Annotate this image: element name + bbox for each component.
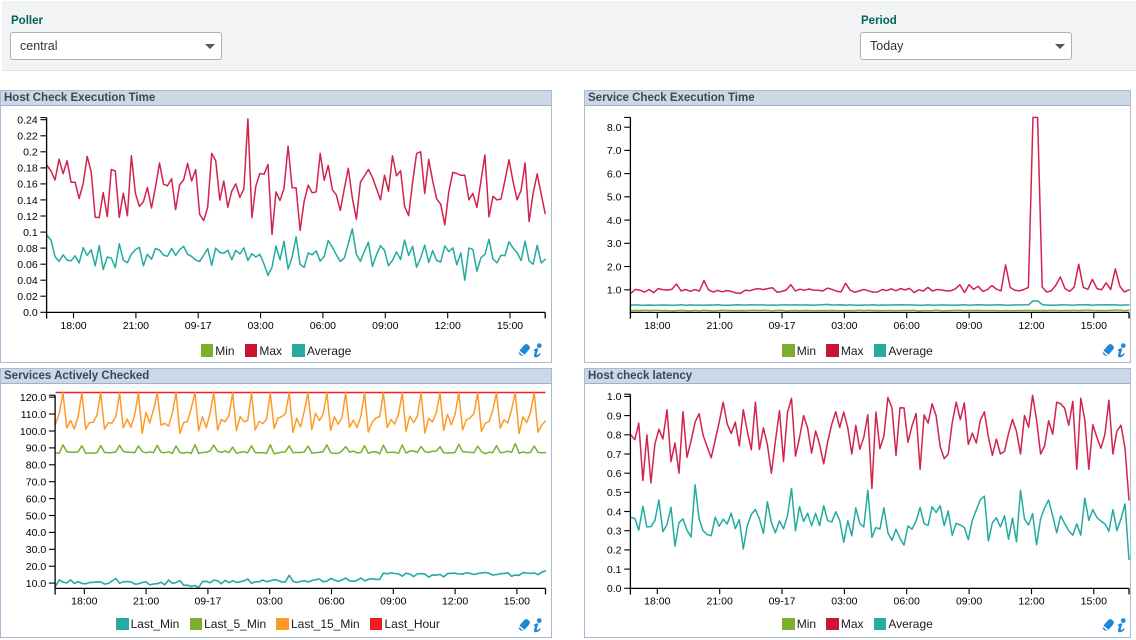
svg-text:18:00: 18:00 xyxy=(71,595,97,607)
svg-text:0.06: 0.06 xyxy=(17,259,38,271)
svg-text:1.0: 1.0 xyxy=(607,285,622,297)
svg-text:0.0: 0.0 xyxy=(23,307,38,319)
svg-text:06:00: 06:00 xyxy=(318,595,344,607)
svg-text:8.0: 8.0 xyxy=(607,122,622,134)
svg-text:09:00: 09:00 xyxy=(372,320,398,332)
svg-text:30.0: 30.0 xyxy=(26,544,47,556)
svg-text:03:00: 03:00 xyxy=(831,320,857,332)
svg-text:50.0: 50.0 xyxy=(26,510,47,522)
svg-text:0.18: 0.18 xyxy=(17,163,38,175)
svg-text:0.8: 0.8 xyxy=(607,430,622,442)
svg-text:15:00: 15:00 xyxy=(504,595,530,607)
svg-text:09:00: 09:00 xyxy=(956,595,982,607)
svg-text:0.5: 0.5 xyxy=(607,487,622,499)
svg-text:6.0: 6.0 xyxy=(607,168,622,180)
svg-text:0.3: 0.3 xyxy=(607,526,622,538)
svg-text:70.0: 70.0 xyxy=(26,477,47,489)
svg-text:7.0: 7.0 xyxy=(607,145,622,157)
svg-text:0.02: 0.02 xyxy=(17,291,38,303)
svg-text:2.0: 2.0 xyxy=(607,261,622,273)
svg-text:03:00: 03:00 xyxy=(831,595,857,607)
svg-text:09-17: 09-17 xyxy=(769,595,796,607)
svg-text:0.22: 0.22 xyxy=(17,131,38,143)
svg-text:21:00: 21:00 xyxy=(123,320,149,332)
svg-text:06:00: 06:00 xyxy=(894,320,920,332)
svg-text:21:00: 21:00 xyxy=(133,595,159,607)
svg-text:0.04: 0.04 xyxy=(17,275,38,287)
svg-text:0.2: 0.2 xyxy=(607,545,622,557)
svg-text:0.24: 0.24 xyxy=(17,115,38,127)
svg-text:21:00: 21:00 xyxy=(707,595,733,607)
svg-text:18:00: 18:00 xyxy=(644,320,670,332)
svg-text:80.0: 80.0 xyxy=(26,460,47,472)
svg-text:09-17: 09-17 xyxy=(769,320,796,332)
svg-text:15:00: 15:00 xyxy=(497,320,523,332)
svg-text:5.0: 5.0 xyxy=(607,192,622,204)
svg-text:12:00: 12:00 xyxy=(1018,320,1044,332)
svg-text:0.4: 0.4 xyxy=(607,506,622,518)
svg-text:12:00: 12:00 xyxy=(442,595,468,607)
svg-text:110.0: 110.0 xyxy=(21,409,47,421)
svg-text:21:00: 21:00 xyxy=(707,320,733,332)
svg-text:4.0: 4.0 xyxy=(607,215,622,227)
svg-text:10.0: 10.0 xyxy=(26,578,47,590)
svg-text:09:00: 09:00 xyxy=(956,320,982,332)
svg-text:0.16: 0.16 xyxy=(17,179,38,191)
svg-text:3.0: 3.0 xyxy=(607,238,622,250)
svg-text:09:00: 09:00 xyxy=(380,595,406,607)
svg-text:03:00: 03:00 xyxy=(257,595,283,607)
svg-text:0.08: 0.08 xyxy=(17,243,38,255)
svg-text:90.0: 90.0 xyxy=(26,443,47,455)
svg-text:0.0: 0.0 xyxy=(607,583,622,595)
svg-text:1.0: 1.0 xyxy=(607,391,622,403)
svg-text:0.1: 0.1 xyxy=(607,564,622,576)
svg-text:0.1: 0.1 xyxy=(23,227,38,239)
svg-text:09-17: 09-17 xyxy=(185,320,212,332)
svg-text:0.9: 0.9 xyxy=(607,410,622,422)
svg-text:12:00: 12:00 xyxy=(1018,595,1044,607)
svg-text:12:00: 12:00 xyxy=(435,320,461,332)
svg-text:18:00: 18:00 xyxy=(60,320,86,332)
svg-text:0.12: 0.12 xyxy=(17,211,38,223)
svg-text:06:00: 06:00 xyxy=(894,595,920,607)
svg-text:03:00: 03:00 xyxy=(247,320,273,332)
svg-text:18:00: 18:00 xyxy=(644,595,670,607)
svg-text:40.0: 40.0 xyxy=(26,527,47,539)
svg-text:20.0: 20.0 xyxy=(26,561,47,573)
svg-text:120.0: 120.0 xyxy=(20,392,46,404)
svg-text:15:00: 15:00 xyxy=(1081,595,1107,607)
svg-text:06:00: 06:00 xyxy=(310,320,336,332)
svg-text:0.7: 0.7 xyxy=(607,449,622,461)
svg-text:0.2: 0.2 xyxy=(23,147,38,159)
svg-text:60.0: 60.0 xyxy=(26,493,47,505)
svg-text:0.6: 0.6 xyxy=(607,468,622,480)
svg-text:100.0: 100.0 xyxy=(20,426,46,438)
svg-text:09-17: 09-17 xyxy=(194,595,221,607)
svg-text:0.14: 0.14 xyxy=(17,195,38,207)
svg-text:15:00: 15:00 xyxy=(1081,320,1107,332)
